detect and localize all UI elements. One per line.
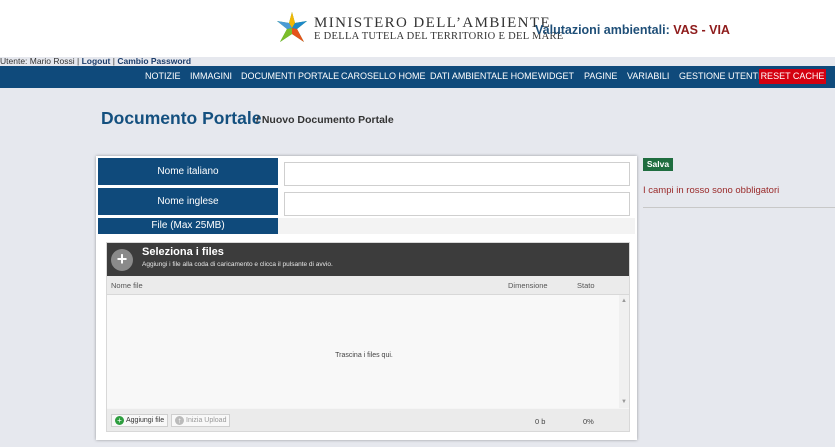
drop-hint: Trascina i files qui. — [335, 352, 393, 359]
nav-gestione-utenti[interactable]: GESTIONE UTENTI — [679, 71, 761, 81]
separator: | — [112, 56, 115, 66]
user-name: Utente: Mario Rossi | — [0, 56, 80, 66]
col-stato: Stato — [577, 281, 595, 290]
label-nome-italiano: Nome italiano — [98, 158, 278, 185]
nome-inglese-input[interactable] — [284, 192, 630, 216]
start-upload-button[interactable]: ↑ Inizia Upload — [171, 414, 231, 427]
start-upload-label: Inizia Upload — [186, 417, 227, 424]
nav-widget[interactable]: WIDGET — [538, 71, 574, 81]
ministry-name: MINISTERO DELL’AMBIENTE — [314, 15, 552, 31]
page-subtitle: / Nuovo Documento Portale — [256, 114, 394, 126]
upload-arrow-icon: ↑ — [175, 415, 184, 425]
portal-label: Valutazioni ambientali: — [535, 23, 670, 37]
page-title: Documento Portale — [101, 108, 262, 128]
site-header: MINISTERO DELL’AMBIENTE E DELLA TUTELA D… — [0, 0, 835, 57]
file-uploader: + Seleziona i files Aggiungi i file alla… — [106, 242, 630, 432]
total-percent: 0% — [583, 417, 594, 426]
nav-dati-ambientale-home[interactable]: DATI AMBIENTALE HOME — [430, 71, 538, 81]
nav-immagini[interactable]: IMMAGINI — [190, 71, 232, 81]
file-table-header: Nome file Dimensione Stato — [107, 276, 629, 295]
nome-italiano-input[interactable] — [284, 162, 630, 186]
add-file-button[interactable]: + Aggiungi file — [111, 414, 169, 427]
divider — [643, 207, 835, 208]
ministry-star-logo — [277, 12, 307, 42]
scrollbar[interactable]: ▲ ▼ — [619, 295, 629, 408]
uploader-header: + Seleziona i files Aggiungi i file alla… — [107, 243, 629, 276]
logout-link[interactable]: Logout — [82, 56, 111, 66]
col-dimensione: Dimensione — [508, 281, 548, 290]
scroll-down-icon[interactable]: ▼ — [621, 399, 627, 405]
user-bar: Utente: Mario Rossi | Logout | Cambio Pa… — [0, 56, 191, 66]
nav-documenti-portale[interactable]: DOCUMENTI PORTALE — [241, 71, 339, 81]
label-file: File (Max 25MB) — [98, 218, 278, 234]
add-file-label: Aggiungi file — [126, 417, 165, 424]
file-row-bg — [278, 218, 635, 234]
ministry-subname: E DELLA TUTELA DEL TERRITORIO E DEL MARE — [314, 31, 564, 42]
nav-pagine[interactable]: PAGINE — [584, 71, 617, 81]
uploader-footer: + Aggiungi file ↑ Inizia Upload 0 b 0% — [107, 409, 629, 431]
required-note: I campi in rosso sono obbligatori — [643, 185, 780, 196]
nav-notizie[interactable]: NOTIZIE — [145, 71, 181, 81]
uploader-title: Seleziona i files — [142, 246, 224, 258]
drop-zone[interactable]: Trascina i files qui. ▲ ▼ — [107, 295, 629, 408]
change-password-link[interactable]: Cambio Password — [117, 56, 191, 66]
scroll-up-icon[interactable]: ▲ — [621, 298, 627, 304]
nav-carosello-home[interactable]: CAROSELLO HOME — [341, 71, 426, 81]
uploader-subtitle: Aggiungi i file alla coda di caricamento… — [142, 261, 333, 268]
col-nome-file: Nome file — [111, 281, 143, 290]
label-nome-inglese: Nome inglese — [98, 188, 278, 215]
nav-variabili[interactable]: VARIABILI — [627, 71, 669, 81]
plus-icon: + — [111, 249, 133, 271]
save-button[interactable]: Salva — [643, 158, 673, 171]
reset-cache-button[interactable]: RESET CACHE — [759, 69, 826, 84]
portal-highlight: VAS - VIA — [673, 23, 730, 37]
total-size: 0 b — [535, 417, 546, 426]
portal-title: Valutazioni ambientali: VAS - VIA — [535, 23, 730, 37]
main-nav: NOTIZIE IMMAGINI DOCUMENTI PORTALE CAROS… — [0, 66, 835, 88]
document-form: Nome italiano Nome inglese File (Max 25M… — [96, 156, 637, 440]
add-icon: + — [115, 415, 124, 425]
